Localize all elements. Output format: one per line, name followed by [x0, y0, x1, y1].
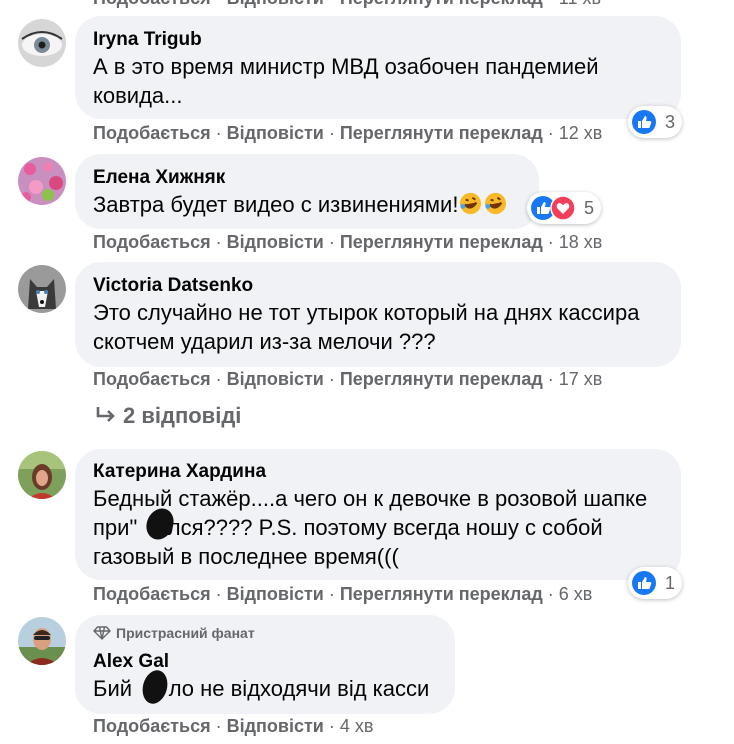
avatar[interactable] [18, 617, 66, 665]
comment-time[interactable]: 6 хв [559, 584, 593, 604]
avatar[interactable] [18, 265, 66, 313]
like-link[interactable]: Подобається [93, 369, 211, 389]
reply-link[interactable]: Відповісти [227, 584, 324, 604]
separator: · [548, 0, 554, 8]
reactions-summary[interactable]: 3 [628, 106, 683, 138]
like-reaction-icon [632, 571, 656, 595]
reply-arrow-icon [96, 407, 115, 422]
separator: · [216, 0, 222, 8]
reply-link[interactable]: Відповісти [227, 232, 324, 252]
like-link[interactable]: Подобається [93, 716, 211, 736]
separator: · [547, 232, 554, 252]
comment-text: Завтра будет видео с извинениями! [93, 190, 508, 219]
comment-text-line: газовый в последнее время((( [93, 544, 399, 569]
separator: · [547, 369, 554, 389]
separator: · [215, 232, 222, 252]
comment-text-line: ковида... [93, 83, 183, 108]
rofl-emoji-icon [485, 192, 507, 215]
separator: · [328, 232, 335, 252]
avatar[interactable] [18, 157, 66, 205]
comment-time[interactable]: 11 хв [559, 0, 601, 8]
like-link[interactable]: Подобається [93, 232, 211, 252]
comment-actions: Подобається · Відповісти · Переглянути перек… [93, 232, 602, 253]
top-fan-badge[interactable]: Пристрасний фанат [93, 625, 255, 641]
comment-actions: Подобається · Відповісти · Переглянути перек… [93, 123, 602, 144]
comment-text-line: Это случайно не тот утырок который на дн… [93, 300, 640, 325]
comment-time[interactable]: 18 хв [559, 232, 603, 252]
comment-text-line: Бедный стажёр....а чего он к девочке в р… [93, 486, 648, 511]
comment-time[interactable]: 12 хв [559, 123, 603, 143]
like-link[interactable]: Подобається [93, 123, 211, 143]
separator: · [547, 123, 554, 143]
translate-link[interactable]: Переглянути переклад [340, 584, 543, 604]
comment-author[interactable]: Iryna Trigub [93, 29, 202, 51]
reactions-summary[interactable]: 5 [527, 192, 602, 224]
comment-author[interactable]: Victoria Datsenko [93, 275, 253, 297]
translate-link[interactable]: Переглянути переклад [340, 0, 543, 8]
reply-link[interactable]: Відповісти [227, 369, 324, 389]
reaction-count: 3 [665, 111, 676, 132]
translate-link[interactable]: Переглянути переклад [340, 232, 543, 252]
separator: · [328, 584, 335, 604]
replies-count-label: 2 відповіді [123, 403, 242, 428]
love-reaction-icon [550, 195, 576, 221]
comment-text-line: скотчем ударил из-за мелочи ??? [93, 329, 436, 354]
comment-actions-partial: Подобається · Відповісти · Переглянути перек… [93, 0, 601, 9]
separator: · [329, 0, 335, 8]
comment-time[interactable]: 17 хв [559, 369, 603, 389]
rofl-emoji-icon [460, 192, 482, 215]
separator: · [215, 716, 222, 736]
separator: · [328, 716, 335, 736]
comment-text-line: А в это время министр МВД озабочен панде… [93, 54, 599, 79]
reply-link[interactable]: Відповісти [227, 716, 324, 736]
comment-text-line: Завтра будет видео с извинениями! [93, 192, 459, 217]
avatar[interactable] [18, 451, 66, 499]
reactions-summary[interactable]: 1 [628, 567, 683, 599]
like-link[interactable]: Подобається [93, 584, 211, 604]
translate-link[interactable]: Переглянути переклад [340, 369, 543, 389]
comment-author[interactable]: Елена Хижняк [93, 167, 225, 189]
comment-actions: Подобається · Відповісти · Переглянути перек… [93, 584, 592, 605]
separator: · [328, 123, 335, 143]
reaction-count: 1 [665, 572, 676, 593]
reply-link[interactable]: Відповісти [227, 123, 324, 143]
separator: · [215, 369, 222, 389]
view-replies-link[interactable]: 2 відповіді [95, 403, 241, 429]
avatar[interactable] [18, 19, 66, 67]
separator: · [328, 369, 335, 389]
reaction-count: 5 [584, 197, 595, 218]
separator: · [547, 584, 554, 604]
comment-author[interactable]: Катерина Хардина [93, 461, 266, 483]
separator: · [215, 584, 222, 604]
reply-link[interactable]: Відповісти [227, 0, 324, 8]
like-reaction-icon [632, 110, 656, 134]
separator: · [215, 123, 222, 143]
comment-actions: Подобається · Відповісти · 4 хв [93, 716, 373, 737]
like-link[interactable]: Подобається [93, 0, 211, 8]
comment-actions: Подобається · Відповісти · Переглянути перек… [93, 369, 602, 390]
translate-link[interactable]: Переглянути переклад [340, 123, 543, 143]
badge-label: Пристрасний фанат [116, 625, 255, 641]
comment-time[interactable]: 4 хв [340, 716, 374, 736]
diamond-icon [93, 626, 111, 640]
